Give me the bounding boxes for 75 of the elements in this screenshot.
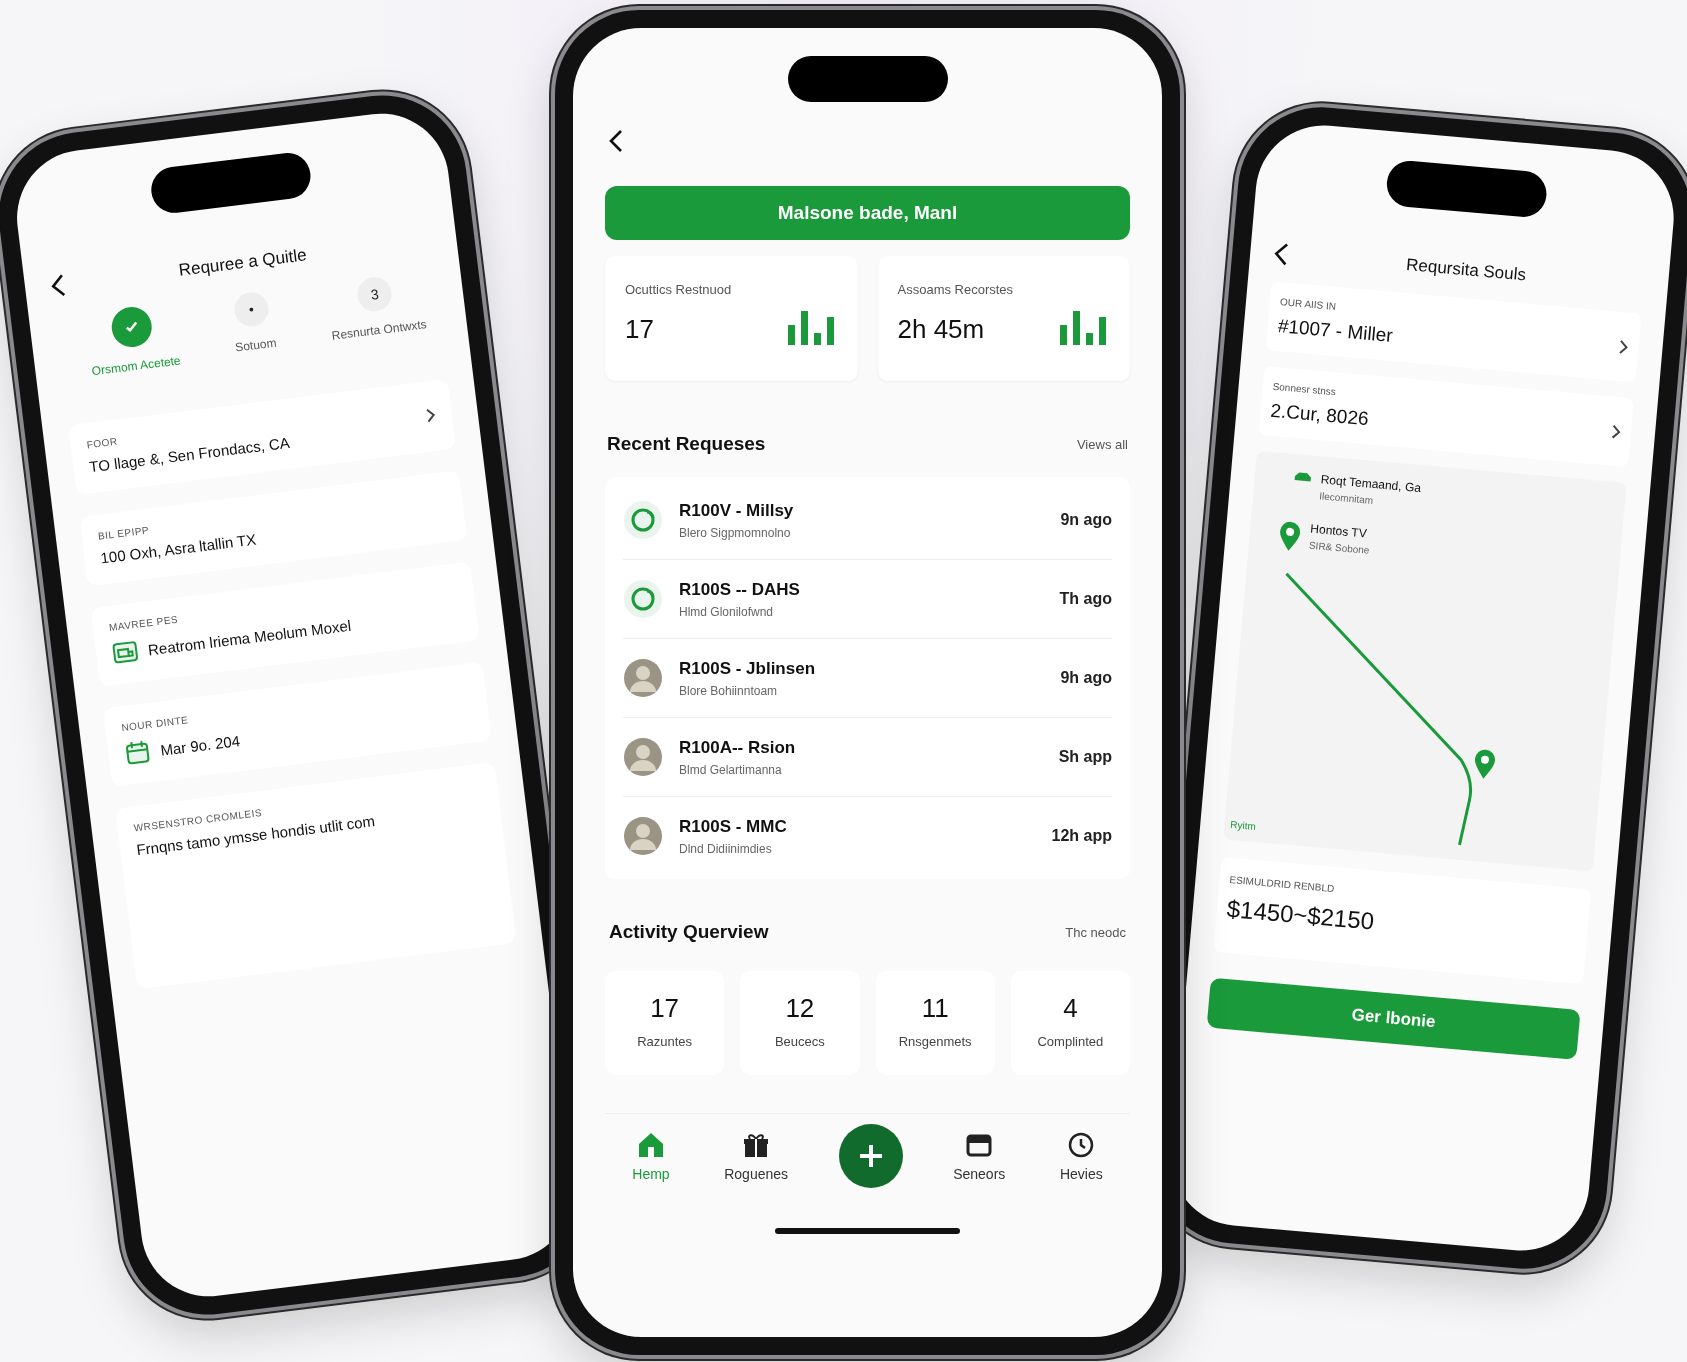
form-field[interactable]: NOUR DINTE Mar 9o. 204 <box>103 661 492 787</box>
form-field[interactable]: WRSENSTRO CROMLEIS Frnqns tamo ymsse hondis utlit com <box>115 762 517 990</box>
stat-label: Ocuttics Restnuod <box>625 282 733 297</box>
request-title: R100V - Millsy <box>679 500 794 521</box>
request-row[interactable]: R100V - Millsy Blero Sigpmomnolno 9n ago <box>623 481 1112 560</box>
chevron-right-icon <box>1610 423 1622 440</box>
tile-value: 12 <box>784 993 816 1024</box>
section-title: Recent Requeses <box>607 433 766 455</box>
progress-step[interactable]: • Sotuom <box>228 289 278 361</box>
screen-title: Requree a Quitle <box>176 244 309 282</box>
tile-label: Complinted <box>1036 1034 1105 1049</box>
back-icon <box>609 129 623 153</box>
request-subtitle: Blore Bohiinntoam <box>679 683 779 698</box>
map-label: Ryitm <box>1229 818 1257 832</box>
nav-tab[interactable]: Hemp <box>628 1126 674 1186</box>
progress-step[interactable]: Orsmom Acetete <box>84 301 182 379</box>
field-value: 2.Cur, 8026 <box>1269 399 1371 432</box>
request-time: Sh app <box>1058 748 1112 766</box>
request-row[interactable]: R100S - MMC Dlnd Didiinimdies 12h app <box>623 797 1112 875</box>
field-value: #1007 - Miller <box>1277 315 1395 348</box>
request-title: R100A-- Rsion <box>679 737 796 758</box>
field-label: MAVREE PES <box>108 612 180 634</box>
estimate-label: ESIMULDRID RENBLD <box>1229 873 1336 897</box>
detail-row[interactable]: Sonnesr stnss 2.Cur, 8026 <box>1258 366 1635 468</box>
field-label: FOOR <box>86 434 120 451</box>
chevron-right-icon <box>424 406 437 424</box>
avatar-icon <box>623 658 663 698</box>
primary-button[interactable]: Ger lbonie <box>1206 977 1581 1060</box>
nav-tab[interactable]: Seneors <box>949 1126 1010 1186</box>
view-all-link[interactable]: Views all <box>1076 436 1128 452</box>
avatar-icon <box>623 737 663 777</box>
tile-value: 11 <box>920 993 950 1024</box>
stat-value: 17 <box>625 314 654 345</box>
request-time: Th ago <box>1059 590 1112 608</box>
field-label: NOUR DINTE <box>120 713 190 734</box>
back-icon <box>49 273 67 299</box>
back-icon <box>1273 241 1290 267</box>
detail-row[interactable]: OUR AIIS IN #1007 - Miller <box>1265 281 1642 383</box>
request-row[interactable]: R100A-- Rsion Blmd Gelartimanna Sh app <box>623 718 1112 797</box>
field-value: Mar 9o. 204 <box>159 731 241 759</box>
section-title: Activity Querview <box>609 921 769 943</box>
field-label: Sonnesr stnss <box>1272 380 1338 400</box>
request-subtitle: Blmd Gelartimanna <box>679 762 783 777</box>
banner-button[interactable]: Malsone bade, Manl <box>605 186 1130 240</box>
request-time: 9n ago <box>1060 511 1112 529</box>
request-subtitle: Blero Sigpmomnolno <box>679 525 792 540</box>
request-title: R100S - MMC <box>679 816 787 837</box>
stat-label: Assoams Recorstes <box>897 282 1015 297</box>
form-field[interactable]: FOOR TO llage &, Sen Frondacs, CA <box>68 379 456 496</box>
request-row[interactable]: R100S -- DAHS Hlmd Glonilofwnd Th ago <box>623 560 1112 639</box>
field-label: BIL EPIPP <box>97 523 151 542</box>
nav-tab[interactable]: Roguenes <box>720 1126 793 1186</box>
estimate-value: $1450~$2150 <box>1225 894 1377 937</box>
request-title: R100S -- DAHS <box>679 579 800 600</box>
tile-label: Rnsgenmets <box>897 1034 973 1049</box>
request-row[interactable]: R100S - Jblinsen Blore Bohiinntoam 9h ago <box>623 639 1112 718</box>
tile-value: 17 <box>649 993 681 1024</box>
request-subtitle: Hlmd Glonilofwnd <box>679 604 775 619</box>
field-label: OUR AIIS IN <box>1279 296 1338 314</box>
nav-tab[interactable]: Hevies <box>1055 1126 1107 1186</box>
stop-title: Hontos TV <box>1309 521 1369 541</box>
stat-value: 2h 45m <box>897 314 985 345</box>
request-time: 12h app <box>1051 827 1112 845</box>
request-title: R100S - Jblinsen <box>679 658 816 679</box>
request-time: 9h ago <box>1060 669 1112 687</box>
avatar-icon <box>623 816 663 856</box>
progress-step[interactable]: 3 Resnurta Ontwxts <box>325 271 429 349</box>
tile-label: Beucecs <box>773 1034 826 1049</box>
period-dropdown[interactable]: Thc neodc <box>1065 924 1126 940</box>
request-subtitle: Dlnd Didiinimdies <box>679 841 773 856</box>
tile-label: Razuntes <box>636 1034 694 1049</box>
stop-subtitle: SIR& Sobone <box>1308 539 1370 556</box>
stop-subtitle: Ilecomnitam <box>1318 490 1374 508</box>
chevron-right-icon <box>1617 338 1630 356</box>
tile-value: 4 <box>1062 993 1079 1024</box>
